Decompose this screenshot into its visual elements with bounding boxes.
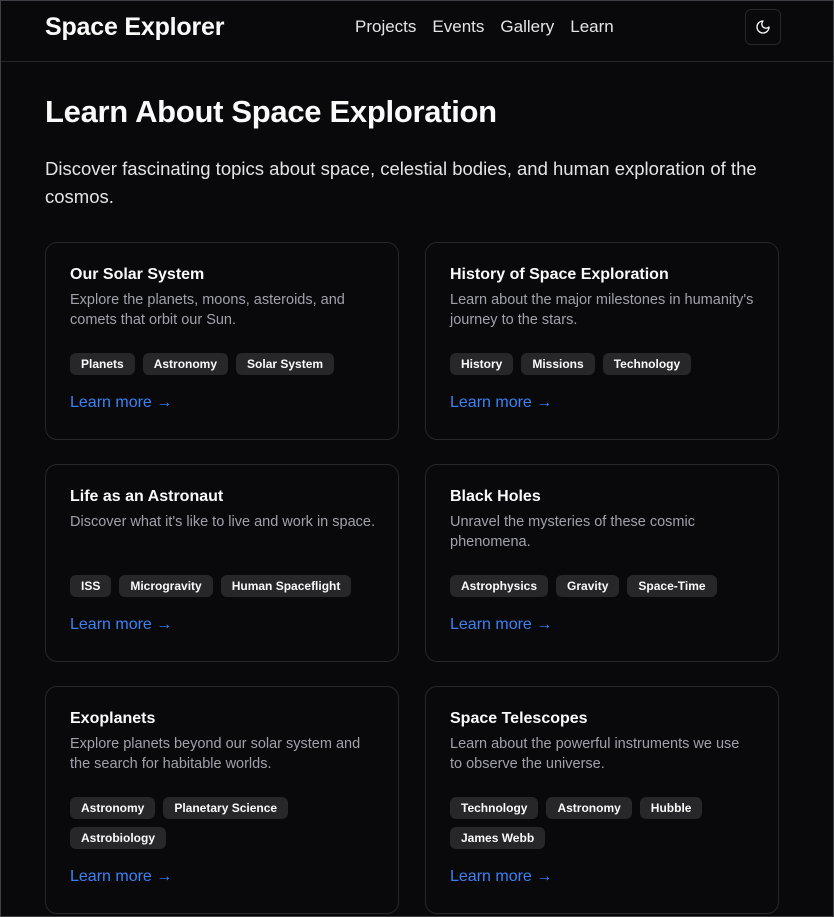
tag-list: Planets Astronomy Solar System [70,353,375,375]
nav-link-events[interactable]: Events [432,17,484,37]
tag-badge: ISS [70,575,112,597]
card-description: Unravel the mysteries of these cosmic ph… [450,514,695,550]
tag-list: Astrophysics Gravity Space-Time [450,575,755,597]
topic-card-history: History of Space Exploration Learn about… [425,242,779,440]
card-title: Exoplanets [70,710,156,727]
card-description: Discover what it's like to live and work… [70,514,375,530]
tag-list: Astronomy Planetary Science Astrobiology [70,797,375,849]
learn-more-link[interactable]: Learn more → [450,868,552,886]
card-description: Explore planets beyond our solar system … [70,736,361,772]
card-title: History of Space Exploration [450,266,669,283]
learn-more-link[interactable]: Learn more → [70,616,172,634]
nav-link-projects[interactable]: Projects [355,17,416,37]
card-description: Explore the planets, moons, asteroids, a… [70,292,345,328]
learn-more-link[interactable]: Learn more → [70,868,172,886]
tag-badge: Planetary Science [163,797,289,819]
tag-badge: Astrobiology [70,827,166,849]
tag-badge: Technology [450,797,539,819]
card-title: Black Holes [450,488,541,505]
tag-badge: Microgravity [119,575,213,597]
tag-list: ISS Microgravity Human Spaceflight [70,575,375,597]
theme-toggle-button[interactable] [745,9,781,45]
tag-badge: Planets [70,353,135,375]
tag-badge: James Webb [450,827,546,849]
card-title: Life as an Astronaut [70,488,224,505]
learn-more-link[interactable]: Learn more → [450,616,552,634]
tag-badge: Astronomy [70,797,156,819]
page-title: Learn About Space Exploration [45,94,497,129]
tag-list: Technology Astronomy Hubble James Webb [450,797,755,849]
tag-list: History Missions Technology [450,353,755,375]
tag-badge: Missions [521,353,595,375]
learn-more-link[interactable]: Learn more → [70,394,172,412]
brand-logo[interactable]: Space Explorer [45,13,224,42]
tag-badge: Human Spaceflight [220,575,352,597]
tag-badge: Gravity [556,575,620,597]
topic-card-exoplanets: Exoplanets Explore planets beyond our so… [45,686,399,914]
app-frame: Space Explorer Projects Events Gallery L… [0,0,834,917]
page-intro: Discover fascinating topics about space,… [45,158,757,207]
card-title: Space Telescopes [450,710,588,727]
card-description: Learn about the major milestones in huma… [450,292,754,328]
top-navbar: Space Explorer Projects Events Gallery L… [1,1,833,62]
learn-more-link[interactable]: Learn more → [450,394,552,412]
tag-badge: Technology [602,353,692,375]
tag-badge: Solar System [236,353,335,375]
topic-card-solar-system: Our Solar System Explore the planets, mo… [45,242,399,440]
tag-badge: History [450,353,514,375]
main-nav: Projects Events Gallery Learn [355,17,614,37]
nav-link-learn[interactable]: Learn [570,17,613,37]
tag-badge: Hubble [639,797,703,819]
card-description: Learn about the powerful instruments we … [450,736,740,772]
tag-badge: Astronomy [546,797,632,819]
tag-badge: Astronomy [142,353,229,375]
tag-badge: Space-Time [627,575,717,597]
topic-card-telescopes: Space Telescopes Learn about the powerfu… [425,686,779,914]
card-title: Our Solar System [70,266,205,283]
tag-badge: Astrophysics [450,575,549,597]
moon-icon [756,20,770,34]
topic-card-black-holes: Black Holes Unravel the mysteries of the… [425,464,779,662]
topic-card-astronaut: Life as an Astronaut Discover what it's … [45,464,399,662]
nav-link-gallery[interactable]: Gallery [500,17,554,37]
